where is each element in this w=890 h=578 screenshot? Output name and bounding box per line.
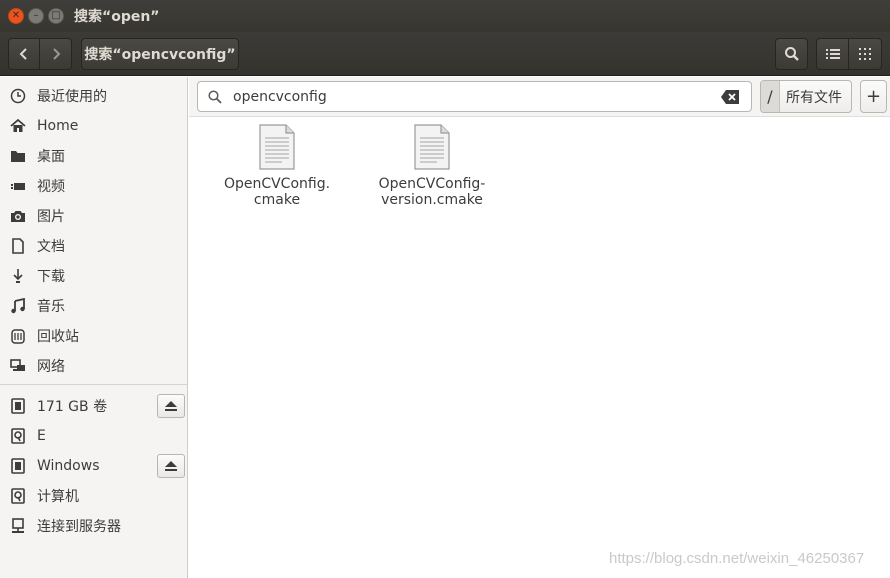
- folder-icon: [10, 148, 26, 164]
- window-title: 搜索“open”: [74, 9, 160, 25]
- all-files-label[interactable]: 所有文件: [780, 87, 842, 107]
- sidebar-item-label: 音乐: [37, 299, 65, 315]
- network-icon: [10, 358, 26, 374]
- eject-button[interactable]: [157, 394, 185, 418]
- search-location-button[interactable]: / 所有文件: [760, 80, 852, 113]
- text-file-icon: [414, 124, 450, 170]
- eject-icon: [165, 401, 177, 411]
- maximize-icon: □: [51, 10, 61, 21]
- minimize-icon: –: [33, 10, 39, 21]
- file-item[interactable]: OpenCVConfig- version.cmake: [367, 124, 497, 208]
- sidebar-item-label: 图片: [37, 209, 65, 225]
- chevron-left-icon: [19, 48, 27, 60]
- sidebar: 最近使用的 Home 桌面 视频 图片 文档 下载 音乐 回收站 网络 171 …: [0, 77, 188, 578]
- sidebar-device-e[interactable]: E: [0, 422, 187, 450]
- video-icon: [10, 178, 26, 194]
- file-name: OpenCVConfig. cmake: [223, 176, 331, 208]
- sidebar-item-recent[interactable]: 最近使用的: [0, 82, 187, 110]
- clear-search-icon[interactable]: [721, 90, 739, 104]
- plus-icon: +: [865, 86, 882, 107]
- sidebar-item-documents[interactable]: 文档: [0, 232, 187, 260]
- file-item[interactable]: OpenCVConfig. cmake: [212, 124, 342, 208]
- sidebar-item-label: Home: [37, 118, 79, 134]
- sidebar-item-label: 视频: [37, 179, 65, 195]
- sidebar-item-label: E: [37, 428, 46, 444]
- forward-button[interactable]: [39, 38, 72, 70]
- disk-icon: [10, 488, 26, 504]
- eject-icon: [165, 461, 177, 471]
- sidebar-item-music[interactable]: 音乐: [0, 292, 187, 320]
- sidebar-item-label: 最近使用的: [37, 89, 107, 105]
- path-bar-button[interactable]: 搜索“opencvconfig”: [81, 38, 239, 70]
- sidebar-separator: [0, 384, 187, 385]
- grid-view-icon: [859, 48, 871, 60]
- music-icon: [10, 298, 26, 314]
- search-icon: [784, 47, 799, 61]
- root-location-label[interactable]: /: [761, 81, 780, 112]
- sidebar-device-171gb[interactable]: 171 GB 卷: [0, 392, 187, 420]
- sidebar-item-videos[interactable]: 视频: [0, 172, 187, 200]
- home-icon: [10, 118, 26, 134]
- close-icon: ✕: [11, 10, 21, 21]
- sidebar-item-home[interactable]: Home: [0, 112, 187, 140]
- chevron-right-icon: [52, 48, 60, 60]
- sidebar-item-desktop[interactable]: 桌面: [0, 142, 187, 170]
- watermark: https://blog.csdn.net/weixin_46250367: [609, 550, 865, 567]
- maximize-window-button[interactable]: □: [48, 8, 64, 24]
- back-button[interactable]: [8, 38, 40, 70]
- document-icon: [10, 238, 26, 254]
- sidebar-item-downloads[interactable]: 下载: [0, 262, 187, 290]
- grid-view-button[interactable]: [848, 38, 882, 70]
- add-filter-button[interactable]: +: [860, 80, 887, 113]
- sidebar-device-computer[interactable]: 计算机: [0, 482, 187, 510]
- sidebar-connect-server[interactable]: 连接到服务器: [0, 512, 187, 540]
- search-input[interactable]: [233, 87, 703, 107]
- sidebar-item-label: 文档: [37, 239, 65, 255]
- sidebar-item-network[interactable]: 网络: [0, 352, 187, 380]
- close-window-button[interactable]: ✕: [8, 8, 24, 24]
- trash-icon: [10, 328, 26, 344]
- sidebar-item-label: 回收站: [37, 329, 79, 345]
- sidebar-item-pictures[interactable]: 图片: [0, 202, 187, 230]
- drive-icon: [10, 398, 26, 414]
- search-button[interactable]: [775, 38, 808, 70]
- sidebar-item-label: 连接到服务器: [37, 519, 121, 535]
- download-icon: [10, 268, 26, 284]
- minimize-window-button[interactable]: –: [28, 8, 44, 24]
- clock-icon: [10, 88, 26, 104]
- sidebar-item-label: 下载: [37, 269, 65, 285]
- eject-button[interactable]: [157, 454, 185, 478]
- text-file-icon: [259, 124, 295, 170]
- list-view-button[interactable]: [816, 38, 849, 70]
- search-bar: / 所有文件 +: [189, 77, 890, 117]
- sidebar-item-label: Windows: [37, 458, 100, 474]
- search-entry[interactable]: [197, 81, 752, 112]
- sidebar-item-label: 桌面: [37, 149, 65, 165]
- server-icon: [10, 518, 26, 534]
- sidebar-item-label: 网络: [37, 359, 65, 375]
- drive-icon: [10, 458, 26, 474]
- disk-icon: [10, 428, 26, 444]
- camera-icon: [10, 208, 26, 224]
- search-icon: [208, 90, 222, 104]
- list-view-icon: [825, 49, 840, 59]
- sidebar-item-label: 计算机: [37, 489, 79, 505]
- sidebar-device-windows[interactable]: Windows: [0, 452, 187, 480]
- file-name: OpenCVConfig- version.cmake: [378, 176, 486, 208]
- sidebar-item-label: 171 GB 卷: [37, 399, 108, 415]
- header-bar: 搜索“opencvconfig”: [0, 32, 890, 76]
- title-bar: ✕ – □ 搜索“open”: [0, 0, 890, 32]
- sidebar-item-trash[interactable]: 回收站: [0, 322, 187, 350]
